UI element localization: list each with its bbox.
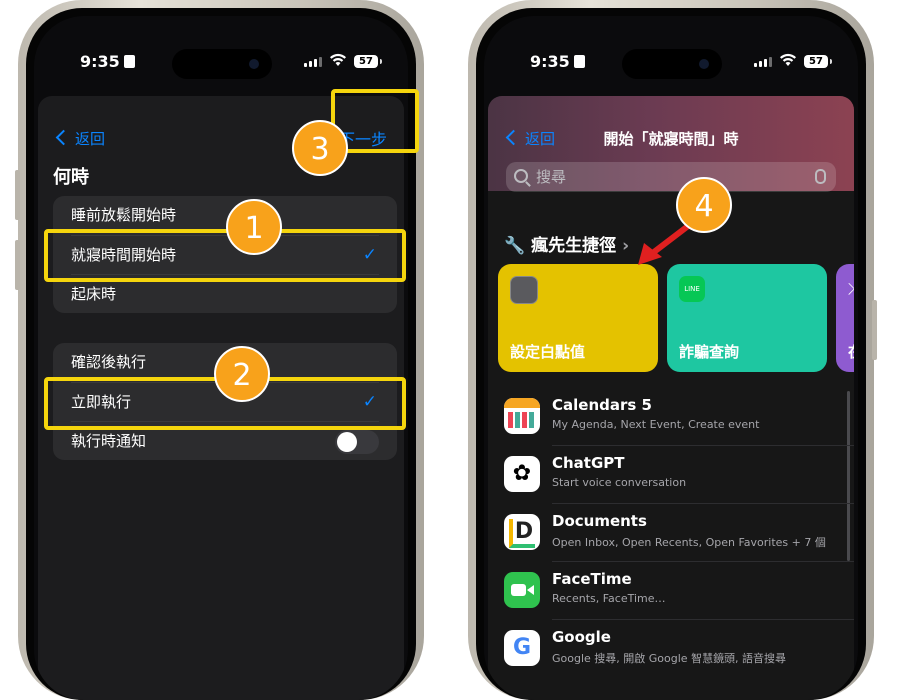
battery-icon: 57	[804, 55, 832, 68]
signal-icon	[304, 57, 322, 67]
sheet-title: 開始「就寢時間」時	[603, 130, 739, 148]
signal-icon	[754, 57, 772, 67]
side-button	[15, 240, 20, 290]
screen: 9:35 57 返回 開始「就寢時間」時 搜尋 🔧 瘋先生捷徑 › 設定白點值 LI…	[484, 16, 858, 700]
step-badge-3: 3	[292, 120, 348, 176]
step-badge-1: 1	[226, 199, 282, 255]
side-button	[15, 170, 20, 220]
search-input[interactable]: 搜尋	[506, 162, 836, 192]
notify-toggle[interactable]	[335, 430, 379, 454]
battery-icon: 57	[354, 55, 382, 68]
step-badge-2: 2	[214, 346, 270, 402]
status-bar: 9:35 57	[34, 16, 408, 79]
app-row-chatgpt[interactable]: ✿ ChatGPT Start voice conversation	[504, 446, 854, 504]
documents-app-icon: D	[504, 514, 540, 550]
google-app-icon: G	[504, 630, 540, 666]
shortcut-tile[interactable]: 設定白點值	[498, 264, 658, 372]
status-bar: 9:35 57	[484, 16, 858, 79]
highlight-box	[44, 229, 406, 282]
app-row-google[interactable]: G Google Google 搜尋, 開啟 Google 智慧鏡頭, 語音搜尋	[504, 620, 854, 678]
back-button[interactable]: 返回	[55, 128, 105, 149]
app-row-facetime[interactable]: FaceTime Recents, FaceTime…	[504, 562, 854, 620]
facetime-app-icon	[504, 572, 540, 608]
step-badge-4: 4	[676, 177, 732, 233]
right-phone: 9:35 57 返回 開始「就寢時間」時 搜尋 🔧 瘋先生捷徑 › 設定白點值 LI…	[468, 0, 877, 700]
chevron-left-icon	[55, 129, 72, 146]
shortcut-tile[interactable]: ⤨ 在	[836, 264, 854, 372]
side-button	[872, 300, 877, 360]
app-row-documents[interactable]: D Documents Open Inbox, Open Recents, Op…	[504, 504, 854, 562]
settings-gear-icon	[510, 276, 538, 304]
calendars-app-icon	[504, 398, 540, 434]
action-picker-sheet: 返回 開始「就寢時間」時 搜尋 🔧 瘋先生捷徑 › 設定白點值 LINE 詐騙查詢 …	[488, 96, 854, 700]
section-title-when: 何時	[53, 167, 89, 188]
chevron-right-icon: ›	[622, 236, 630, 256]
shortcuts-header[interactable]: 🔧 瘋先生捷徑 ›	[504, 231, 629, 256]
microphone-icon[interactable]	[815, 169, 826, 184]
status-time: 9:35	[80, 52, 135, 71]
search-icon	[514, 169, 528, 183]
line-app-icon: LINE	[679, 276, 705, 302]
status-time: 9:35	[530, 52, 585, 71]
wrench-icon: 🔧	[504, 236, 526, 256]
wifi-icon	[780, 53, 796, 66]
shuffle-icon: ⤨	[848, 276, 854, 302]
chatgpt-app-icon: ✿	[504, 456, 540, 492]
dynamic-island	[622, 49, 722, 79]
app-row-calendars[interactable]: Calendars 5 My Agenda, Next Event, Creat…	[504, 388, 854, 446]
wifi-icon	[330, 53, 346, 66]
shortcut-tile[interactable]: LINE 詐騙查詢	[667, 264, 827, 372]
dynamic-island	[172, 49, 272, 79]
